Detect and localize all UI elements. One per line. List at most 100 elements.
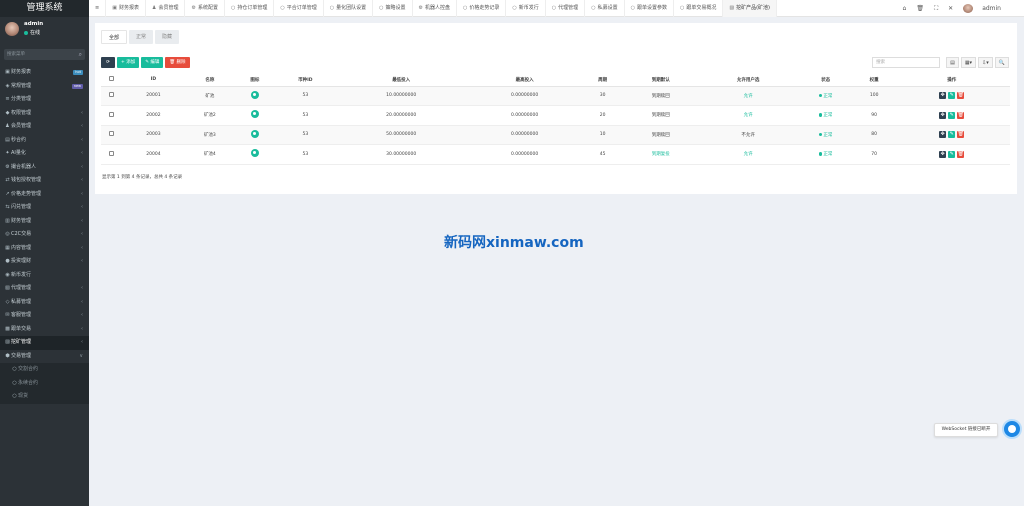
refresh-button[interactable]: ⟳ <box>101 57 115 68</box>
avatar[interactable] <box>5 22 19 36</box>
column-header[interactable]: 币种ID <box>274 74 337 87</box>
column-header[interactable]: 权重 <box>854 74 894 87</box>
toolbar-icon[interactable]: ⌂ <box>898 5 912 12</box>
search-icon[interactable]: ⌕ <box>79 51 82 58</box>
sidebar-subitem[interactable]: ○交割合约 <box>0 363 89 377</box>
sidebar-item[interactable]: ◉新币发行 <box>0 269 89 283</box>
column-header[interactable]: 状态 <box>796 74 855 87</box>
toolbar-icon[interactable]: ⛶ <box>929 5 943 13</box>
cell-coin: 53 <box>274 144 337 165</box>
sidebar-item[interactable]: ▤秒合约 ‹ <box>0 134 89 148</box>
column-header[interactable]: 到期默认 <box>622 74 700 87</box>
top-tab[interactable]: ⚙ 机器人控盘 <box>413 0 458 17</box>
sidebar-item[interactable]: ▧代理管理 ‹ <box>0 282 89 296</box>
sidebar-item[interactable]: ≡分类管理 <box>0 93 89 107</box>
sidebar-item[interactable]: ▨挖矿管理 ‹ <box>0 336 89 350</box>
top-tab[interactable]: ○ 代理管理 <box>546 0 586 17</box>
column-header[interactable]: 最高投入 <box>465 74 584 87</box>
edit-icon[interactable]: ✎ <box>948 150 956 158</box>
top-tab[interactable]: ○ 跟单交易概况 <box>674 0 724 17</box>
toolbar-icon[interactable]: 🗑 <box>911 5 929 12</box>
sidebar-item[interactable]: ↗价格走势管理 ‹ <box>0 188 89 202</box>
row-checkbox[interactable] <box>109 150 115 156</box>
top-tab[interactable]: ○ 私募设置 <box>585 0 625 17</box>
column-header[interactable]: 图标 <box>235 74 275 87</box>
top-user[interactable]: admin <box>958 4 1024 13</box>
sidebar-search-input[interactable]: 搜索菜单 ⌕ <box>4 49 85 60</box>
row-checkbox[interactable] <box>109 92 115 98</box>
sidebar-item[interactable]: ◎C2C交易 ‹ <box>0 228 89 242</box>
table-row[interactable]: 20002 矿池2 53 20.00000000 0.00000000 20 到期赎回 允许 正… <box>101 105 1010 126</box>
column-header[interactable]: 最低投入 <box>336 74 466 87</box>
sidebar-subitem[interactable]: ○现货 <box>0 390 89 404</box>
sidebar-item[interactable]: ◈ 常规管理 new <box>0 80 89 94</box>
row-checkbox[interactable] <box>109 131 115 137</box>
top-tab[interactable]: ○ 策略设置 <box>373 0 413 17</box>
row-checkbox[interactable] <box>109 111 115 117</box>
table-search-input[interactable]: 搜索 <box>872 57 941 68</box>
sidebar-subitem[interactable]: ○永续合约 <box>0 377 89 391</box>
top-tab[interactable]: ▣ 财务报表 <box>106 0 146 17</box>
edit-icon[interactable]: ✎ <box>948 111 956 119</box>
sidebar-item[interactable]: ●投资理财 ‹ <box>0 255 89 269</box>
edit-icon[interactable]: ✎ <box>948 92 956 100</box>
top-tab[interactable]: ○ 价格走势记录 <box>457 0 507 17</box>
top-tab[interactable]: ○ 新币发行 <box>506 0 546 17</box>
delete-icon[interactable]: 🗑 <box>957 150 965 158</box>
table-row[interactable]: 20003 矿池3 53 50.00000000 0.00000000 10 到期赎回 不允许… <box>101 125 1010 145</box>
move-icon[interactable]: ✥ <box>939 111 947 119</box>
sidebar-item[interactable]: ◆ 权限管理 ‹ <box>0 107 89 121</box>
sidebar-item[interactable]: ▣财务报表 hot <box>0 66 89 80</box>
top-tab[interactable]: ▨ 挖矿产品(矿池) <box>723 0 777 17</box>
toolbar-icon[interactable]: ✕ <box>943 5 958 12</box>
sidebar-item[interactable]: ✉客服管理 ‹ <box>0 309 89 323</box>
sidebar-item[interactable]: ◇ 私募管理 ‹ <box>0 296 89 310</box>
table-row[interactable]: 20004 矿池4 53 30.00000000 0.00000000 45 到期复投 允许 正… <box>101 144 1010 165</box>
table-tool-button[interactable]: ▦▾ <box>960 57 977 68</box>
table-tool-button[interactable]: ⇩▾ <box>978 57 993 68</box>
cell-period: 45 <box>583 144 623 165</box>
sidebar-item[interactable]: ▩跟单交易 ‹ <box>0 323 89 337</box>
cell-weight: 80 <box>854 125 894 145</box>
filter-tab[interactable]: 全部 <box>101 30 128 44</box>
column-header[interactable]: 周期 <box>583 74 623 87</box>
edit-button[interactable]: ✎ 编辑 <box>141 57 164 68</box>
sidebar-item[interactable]: ✦AI量化 ‹ <box>0 147 89 161</box>
top-tab[interactable]: ⚙ 系统配置 <box>185 0 225 17</box>
sidebar-item[interactable]: ⚙撮合机器人 ‹ <box>0 161 89 175</box>
cell-period: 20 <box>583 105 623 126</box>
chat-bubble-icon[interactable] <box>1002 419 1022 439</box>
sidebar-item[interactable]: ▦内容管理 ‹ <box>0 242 89 256</box>
sidebar-item-label: 分类管理 <box>11 96 32 102</box>
delete-icon[interactable]: 🗑 <box>957 131 965 139</box>
column-header[interactable]: 操作 <box>893 74 1010 87</box>
sidebar-item[interactable]: ▥财务管理 ‹ <box>0 215 89 229</box>
move-icon[interactable]: ✥ <box>939 150 947 158</box>
top-tab[interactable]: ○ 平合订单管理 <box>274 0 324 17</box>
table-tool-button[interactable]: ▤ <box>946 57 959 68</box>
sidebar-item[interactable]: ⬢交易管理 ∨ <box>0 350 89 364</box>
top-tab[interactable]: ≡ <box>89 0 107 17</box>
top-tab[interactable]: ○ 量化团队设置 <box>324 0 374 17</box>
sidebar-item[interactable]: ⇆闪兑管理 ‹ <box>0 201 89 215</box>
table-row[interactable]: 20001 矿池 53 10.00000000 0.00000000 30 到期赎回 允许 正常… <box>101 86 1010 106</box>
column-header[interactable]: ID <box>122 74 185 87</box>
filter-tab[interactable]: 隐藏 <box>155 30 180 44</box>
column-header[interactable]: 允许用户选 <box>699 74 797 87</box>
delete-icon[interactable]: 🗑 <box>957 111 965 119</box>
move-icon[interactable]: ✥ <box>939 131 947 139</box>
sidebar-item[interactable]: ⇄钱包授权管理 ‹ <box>0 174 89 188</box>
delete-button[interactable]: 🗑 删除 <box>165 57 190 68</box>
add-button[interactable]: + 添加 <box>117 57 140 68</box>
edit-icon[interactable]: ✎ <box>948 131 956 139</box>
sidebar-item[interactable]: ♟会员管理 ‹ <box>0 120 89 134</box>
top-tab[interactable]: ○ 跟单设置参数 <box>625 0 674 17</box>
table-tool-button[interactable]: 🔍 <box>994 57 1009 68</box>
column-header[interactable]: 名称 <box>184 74 236 87</box>
delete-icon[interactable]: 🗑 <box>957 92 965 100</box>
select-all-checkbox[interactable] <box>109 76 115 82</box>
filter-tab[interactable]: 正常 <box>129 30 154 44</box>
top-tab[interactable]: ○ 持仓订单管理 <box>225 0 275 17</box>
top-tab[interactable]: ♟ 会员管理 <box>146 0 186 17</box>
move-icon[interactable]: ✥ <box>939 92 947 100</box>
